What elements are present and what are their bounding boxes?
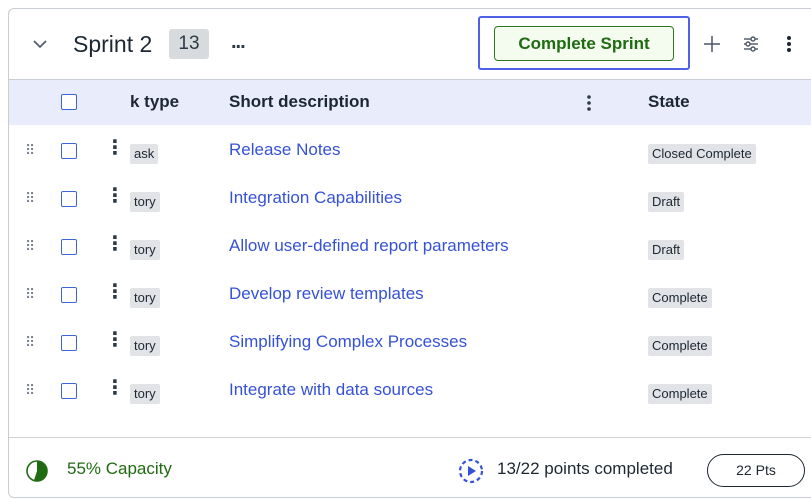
row-description-link[interactable]: Release Notes: [229, 140, 341, 160]
row-description-link[interactable]: Simplifying Complex Processes: [229, 332, 467, 352]
sprint-card: Sprint 2 13 ... Complete Sprint k type S…: [8, 8, 811, 498]
row-checkbox[interactable]: [61, 191, 77, 207]
drag-handle-icon[interactable]: ⠿: [25, 239, 35, 253]
row-description-link[interactable]: Integrate with data sources: [229, 380, 433, 400]
sprint-footer: 55% Capacity 13/22 points completed 22 P…: [9, 437, 811, 499]
type-tag: tory: [130, 384, 160, 404]
state-tag: Complete: [648, 384, 712, 404]
column-header-type[interactable]: k type: [130, 92, 179, 112]
drag-handle-icon[interactable]: ⠿: [25, 335, 35, 349]
state-tag: Complete: [648, 288, 712, 308]
row-checkbox[interactable]: [61, 239, 77, 255]
state-tag: Complete: [648, 336, 712, 356]
row-checkbox[interactable]: [61, 143, 77, 159]
type-tag: ask: [130, 144, 159, 164]
capacity-label: 55% Capacity: [67, 459, 172, 478]
table-header: k type Short description State: [9, 79, 811, 125]
table-row[interactable]: ⠿ ⋮ tory Integration Capabilities Draft: [9, 175, 811, 223]
capacity-pie-icon: [26, 460, 48, 482]
sliders-icon[interactable]: [740, 33, 762, 55]
row-menu-button[interactable]: ⋮: [105, 378, 125, 398]
drag-handle-icon[interactable]: ⠿: [25, 383, 35, 397]
table-row[interactable]: ⠿ ⋮ ask Release Notes Closed Complete: [9, 127, 811, 175]
column-header-description[interactable]: Short description: [229, 92, 370, 112]
table-row[interactable]: ⠿ ⋮ tory Simplifying Complex Processes C…: [9, 319, 811, 367]
sprint-more-button[interactable]: ...: [231, 31, 246, 54]
type-tag: tory: [130, 336, 160, 356]
plus-icon[interactable]: [701, 33, 723, 55]
column-menu-icon[interactable]: [583, 94, 595, 112]
complete-sprint-button[interactable]: Complete Sprint: [494, 26, 674, 61]
sprint-title: Sprint 2: [73, 31, 153, 57]
drag-handle-icon[interactable]: ⠿: [25, 143, 35, 157]
row-menu-button[interactable]: ⋮: [105, 186, 125, 206]
play-progress-icon: [458, 458, 484, 484]
row-description-link[interactable]: Allow user-defined report parameters: [229, 236, 509, 256]
sprint-item-count: 13: [169, 29, 209, 59]
vertical-dots-icon[interactable]: [778, 33, 800, 55]
row-menu-button[interactable]: ⋮: [105, 282, 125, 302]
type-tag: tory: [130, 240, 160, 260]
row-checkbox[interactable]: [61, 335, 77, 351]
drag-handle-icon[interactable]: ⠿: [25, 191, 35, 205]
drag-handle-icon[interactable]: ⠿: [25, 287, 35, 301]
column-header-state[interactable]: State: [648, 92, 690, 112]
table-row[interactable]: ⠿ ⋮ tory Allow user-defined report param…: [9, 223, 811, 271]
type-tag: tory: [130, 192, 160, 212]
points-pill[interactable]: 22 Pts: [707, 454, 805, 487]
table-row[interactable]: ⠿ ⋮ tory Develop review templates Comple…: [9, 271, 811, 319]
row-checkbox[interactable]: [61, 287, 77, 303]
state-tag: Draft: [648, 240, 685, 260]
state-tag: Draft: [648, 192, 685, 212]
row-menu-button[interactable]: ⋮: [105, 330, 125, 350]
row-menu-button[interactable]: ⋮: [105, 234, 125, 254]
row-checkbox[interactable]: [61, 383, 77, 399]
points-completed-label: 13/22 points completed: [497, 459, 673, 478]
row-description-link[interactable]: Integration Capabilities: [229, 188, 402, 208]
sprint-header: Sprint 2 13 ... Complete Sprint: [9, 9, 811, 79]
type-tag: tory: [130, 288, 160, 308]
row-description-link[interactable]: Develop review templates: [229, 284, 424, 304]
select-all-checkbox[interactable]: [61, 94, 77, 110]
row-menu-button[interactable]: ⋮: [105, 138, 125, 158]
table-row[interactable]: ⠿ ⋮ tory Integrate with data sources Com…: [9, 367, 811, 415]
state-tag: Closed Complete: [648, 144, 756, 164]
chevron-down-icon[interactable]: [31, 35, 49, 53]
